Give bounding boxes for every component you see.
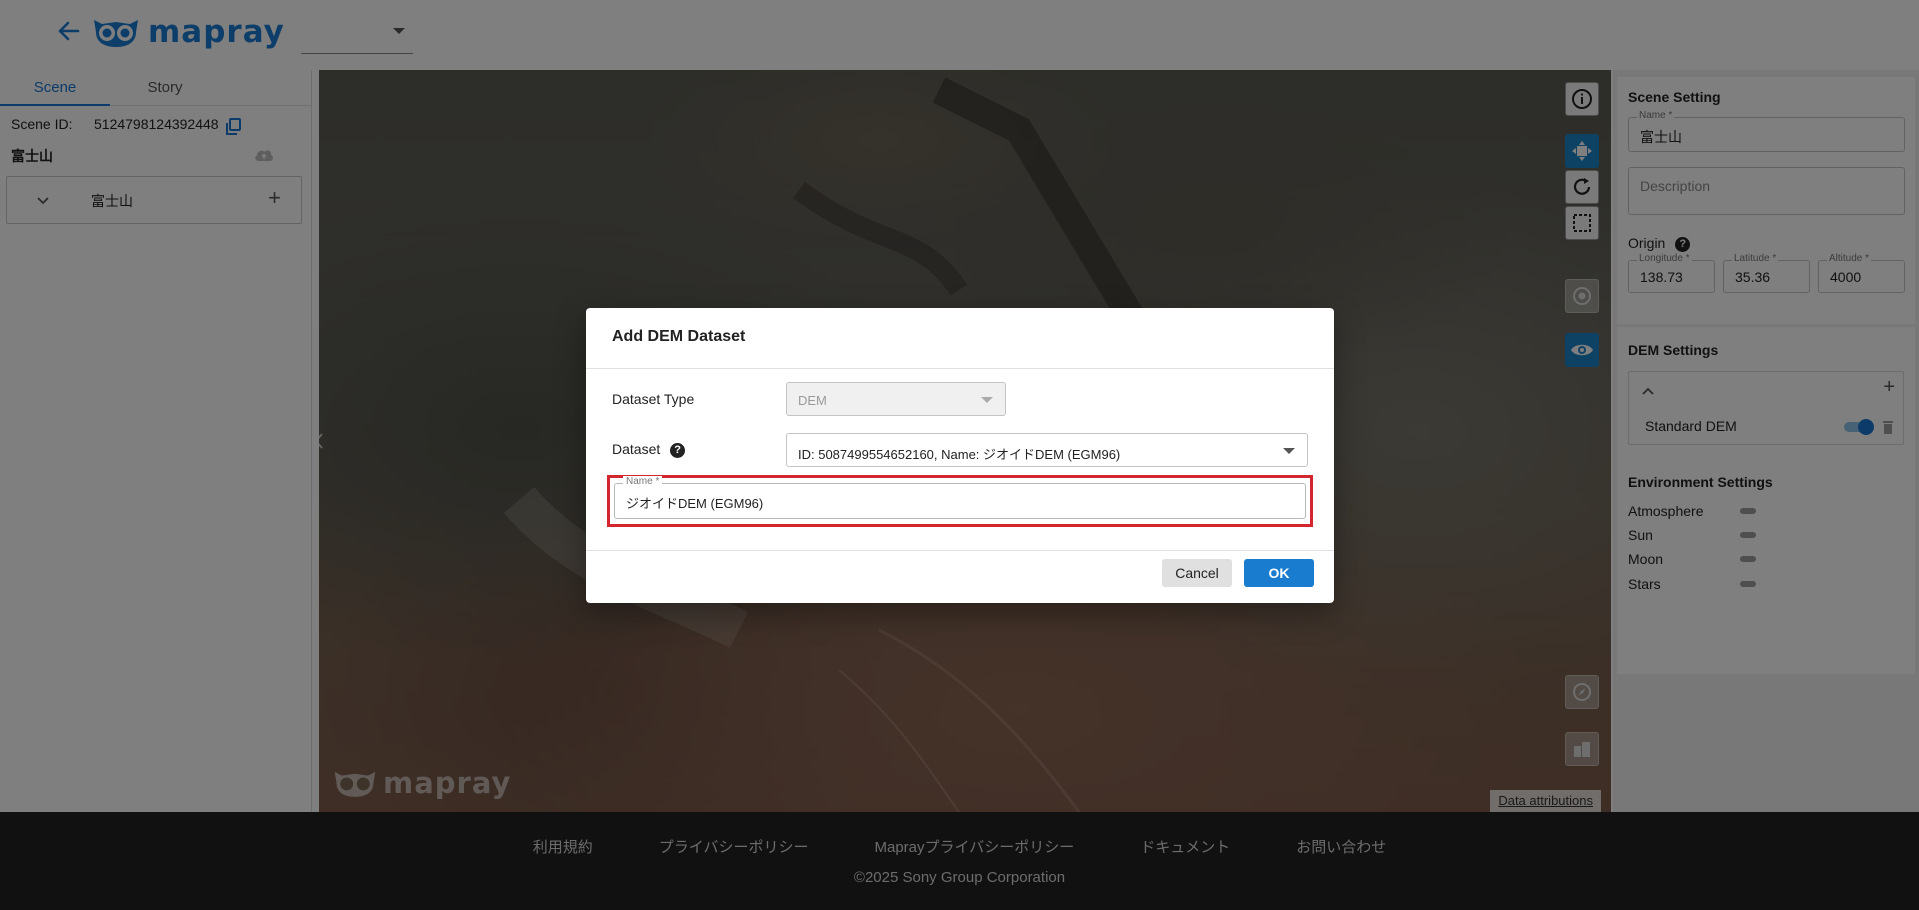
ok-button[interactable]: OK xyxy=(1244,559,1314,587)
dropdown-arrow-icon xyxy=(1283,448,1295,454)
add-dem-dataset-dialog: Add DEM Dataset Dataset Type DEM Dataset… xyxy=(586,308,1334,603)
dataset-label: Dataset xyxy=(612,441,661,457)
help-icon[interactable]: ? xyxy=(670,442,686,458)
dataset-type-select: DEM xyxy=(786,382,1006,416)
dataset-type-value: DEM xyxy=(798,393,827,408)
dataset-name-value: ジオイドDEM (EGM96) xyxy=(626,496,764,511)
dataset-label-row: Dataset ? xyxy=(612,441,686,458)
dataset-name-field[interactable]: Name * ジオイドDEM (EGM96) xyxy=(614,476,1306,519)
cancel-button[interactable]: Cancel xyxy=(1162,559,1232,587)
dialog-title: Add DEM Dataset xyxy=(612,328,746,345)
dataset-value: ID: 5087499554652160, Name: ジオイドDEM (EGM… xyxy=(798,447,1121,462)
dialog-divider-bottom xyxy=(586,550,1334,551)
name-field-highlight: Name * ジオイドDEM (EGM96) xyxy=(607,475,1313,527)
dataset-name-label: Name * xyxy=(623,476,663,487)
dropdown-arrow-icon xyxy=(981,397,993,403)
dataset-select[interactable]: ID: 5087499554652160, Name: ジオイドDEM (EGM… xyxy=(786,433,1308,467)
dialog-divider-top xyxy=(586,368,1334,369)
dataset-type-label: Dataset Type xyxy=(612,391,695,407)
